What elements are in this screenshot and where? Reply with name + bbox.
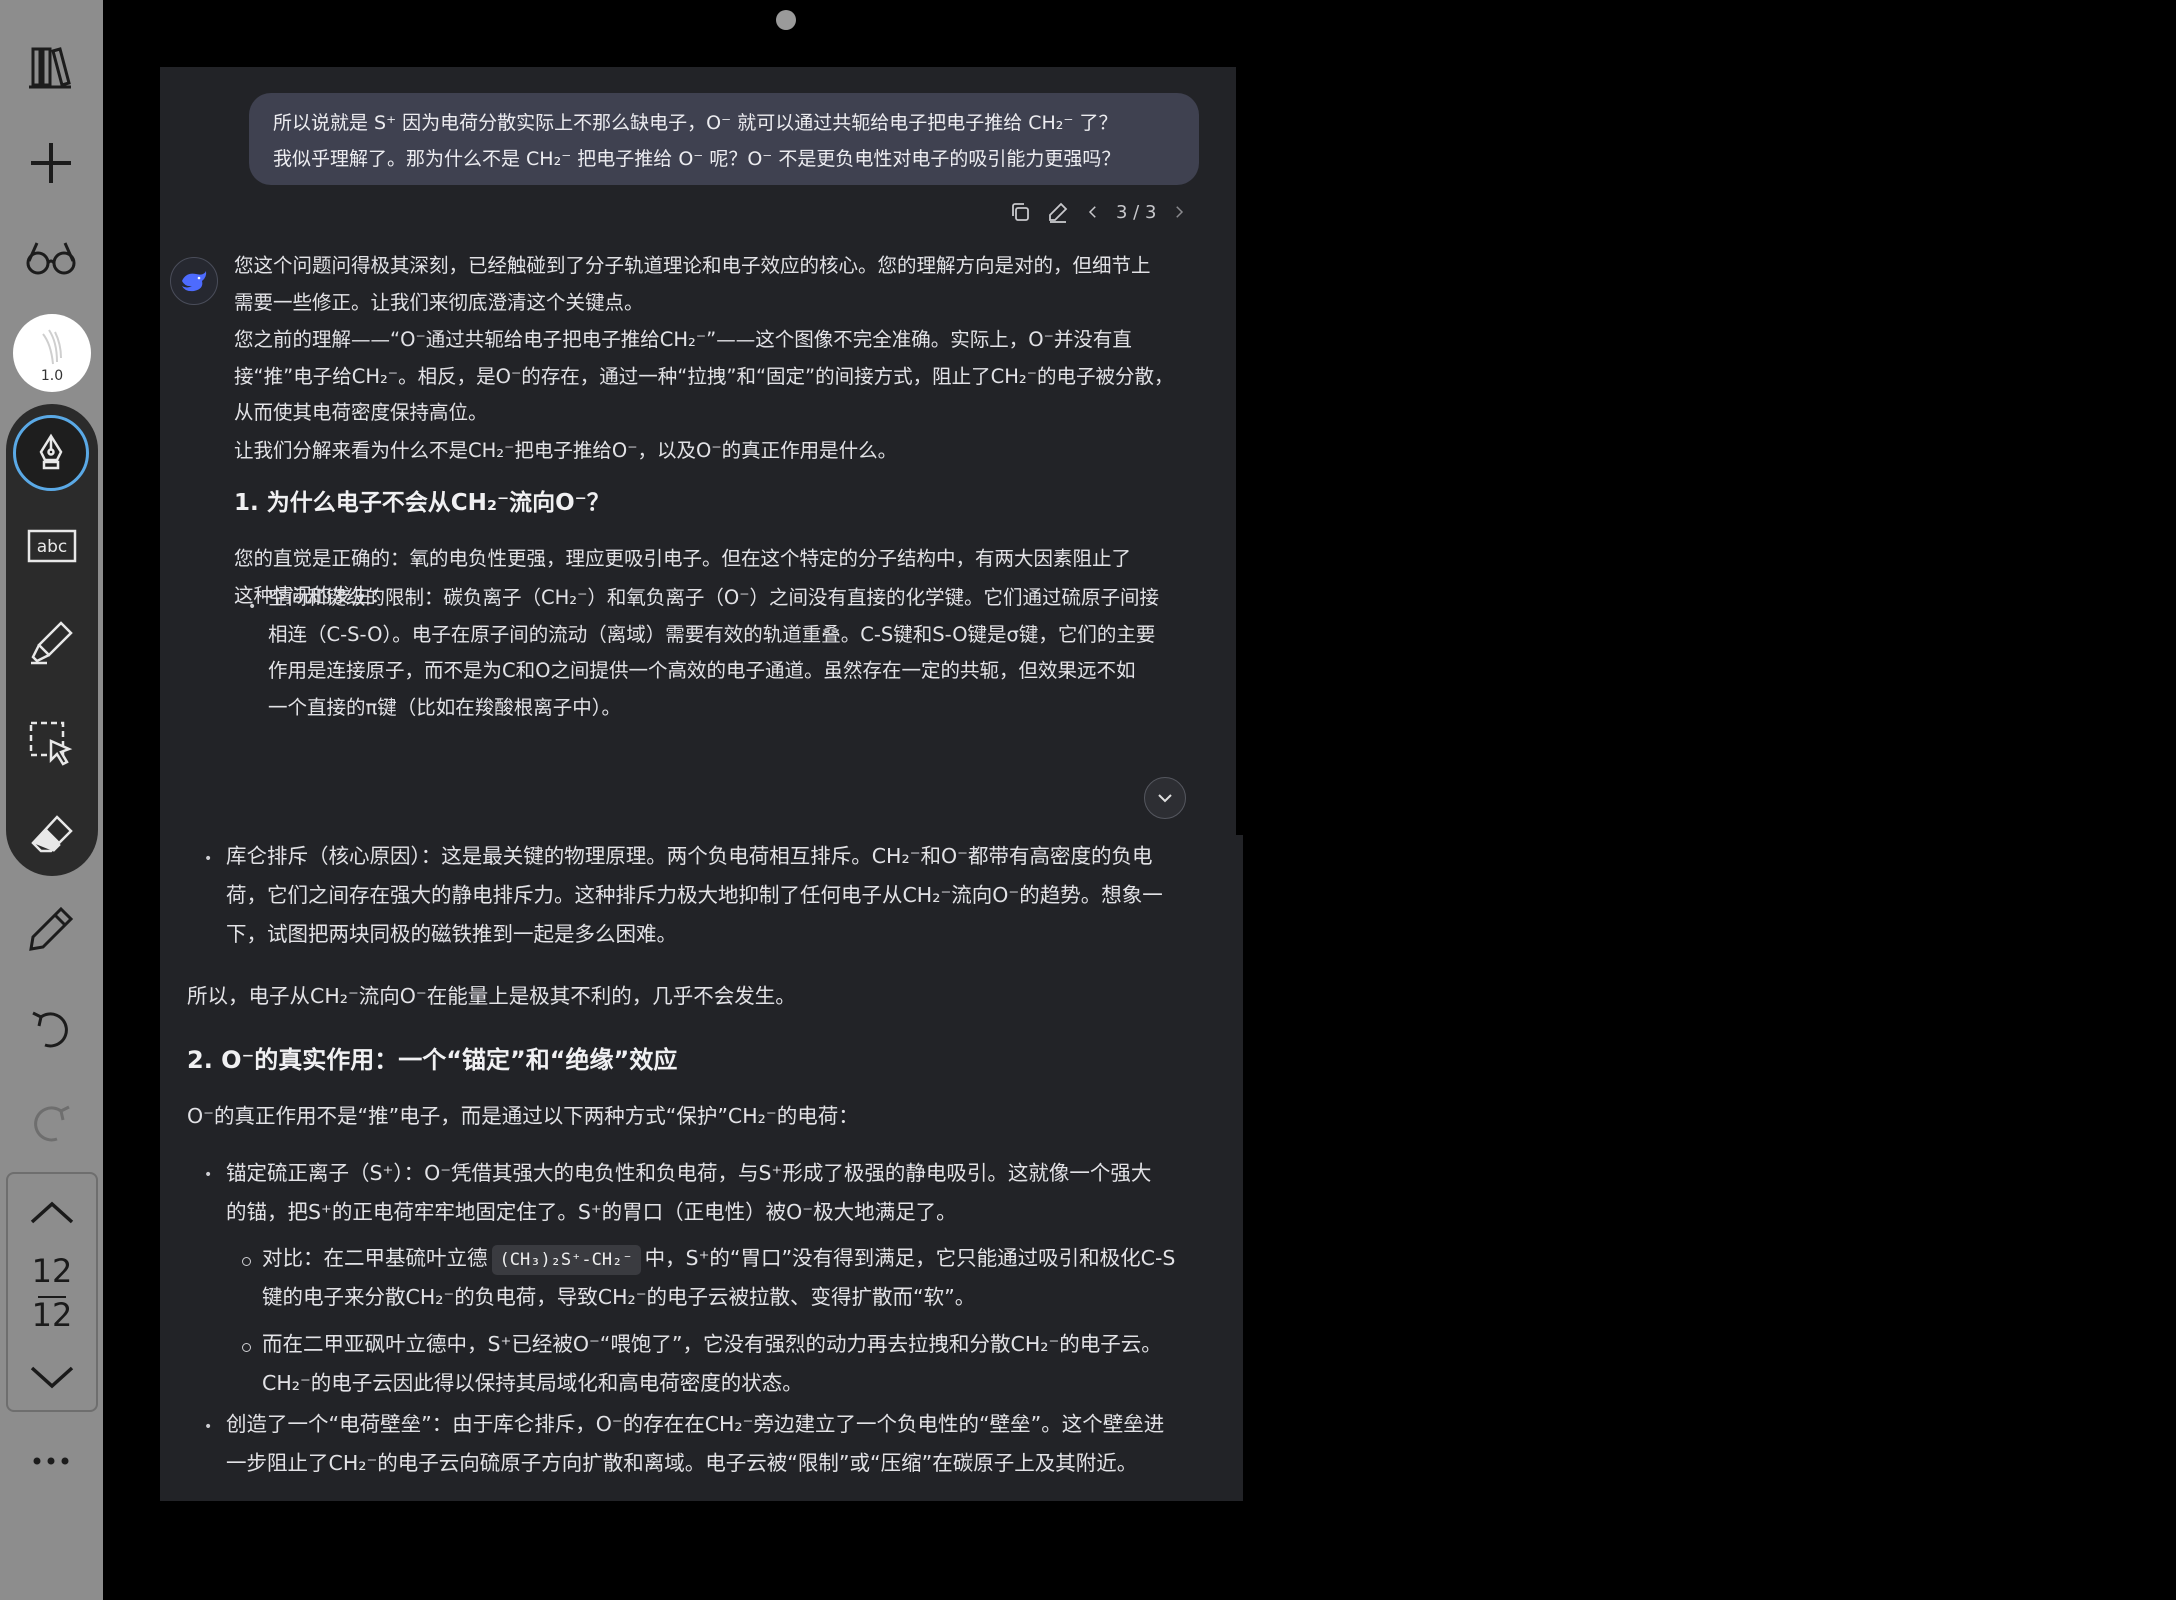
- answer-paragraph: O⁻的真正作用不是“推”电子，而是通过以下两种方式“保护”CH₂⁻的电荷：: [187, 1104, 859, 1128]
- eraser-tool[interactable]: [18, 802, 86, 870]
- text-line: 需要一些修正。让我们来彻底澄清这个关键点。: [234, 290, 644, 314]
- eraser-icon: [31, 815, 73, 853]
- highlighter-icon: [31, 621, 73, 665]
- camera-dot: [776, 10, 796, 30]
- chat-panel-bottom: • 库仑排斥（核心原因）：这是最关键的物理原理。两个负电荷相互排斥。CH₂⁻和O…: [160, 835, 1243, 1501]
- undo-button[interactable]: [12, 990, 90, 1068]
- user-message-line: 所以说就是 S⁺ 因为电荷分散实际上不那么缺电子，O⁻ 就可以通过共轭给电子把电…: [273, 112, 1118, 134]
- lasso-select-tool[interactable]: [18, 710, 86, 778]
- text-line: 您的直觉是正确的：氧的电负性更强，理应更吸引电子。但在这个特定的分子结构中，有两…: [234, 547, 1132, 570]
- text-box-icon: abc: [27, 529, 77, 563]
- text-segment: 对比：在二甲基硫叶立德: [262, 1246, 488, 1270]
- text-line: CH₂⁻的电子云因此得以保持其局域化和高电荷密度的状态。: [262, 1371, 803, 1395]
- brush-size-button[interactable]: 1.0: [13, 314, 91, 392]
- plus-icon: [31, 143, 71, 183]
- text-line: 接“推”电子给CH₂⁻。相反，是O⁻的存在，通过一种“拉拽”和“固定”的间接方式…: [234, 364, 1174, 388]
- library-button[interactable]: [12, 28, 90, 106]
- section-heading: 2. O⁻的真实作用：一个“锚定”和“绝缘”效应: [187, 1046, 678, 1074]
- add-button[interactable]: [12, 124, 90, 202]
- bullet-dot: •: [248, 599, 257, 615]
- page-down-icon[interactable]: [26, 1350, 78, 1402]
- sub-bullet-item: 而在二甲亚砜叶立德中，S⁺已经被O⁻“喂饱了”，它没有强烈的动力再去拉拽和分散C…: [262, 1325, 1162, 1403]
- text-line: 的锚，把S⁺的正电荷牢牢地固定住了。S⁺的胃口（正电性）被O⁻极大地满足了。: [226, 1200, 957, 1224]
- chat-panel-top: 所以说就是 S⁺ 因为电荷分散实际上不那么缺电子，O⁻ 就可以通过共轭给电子把电…: [160, 67, 1236, 835]
- text-tool[interactable]: abc: [18, 512, 86, 580]
- glasses-icon: [26, 242, 76, 275]
- sub-bullet-circle: [242, 1343, 251, 1352]
- whale-logo-icon: [182, 271, 207, 292]
- pencil-tool[interactable]: [12, 890, 90, 968]
- text-line: 相连（C-S-O）。电子在原子间的流动（离域）需要有效的轨道重叠。C-S键和S-…: [268, 622, 1156, 646]
- page-navigator: 12 12: [6, 1172, 98, 1412]
- text-line: 您之前的理解——“O⁻通过共轭给电子把电子推给CH₂⁻”——这个图像不完全准确。…: [234, 328, 1132, 351]
- highlighter-tool[interactable]: [18, 608, 86, 676]
- svg-text:abc: abc: [37, 537, 68, 557]
- sub-bullet-circle: [242, 1257, 251, 1266]
- text-line: 对比：在二甲基硫叶立德 (CH₃)₂S⁺-CH₂⁻ 中，S⁺的“胃口”没有得到满足，…: [262, 1239, 1175, 1278]
- bullet-item: 库仑排斥（核心原因）：这是最关键的物理原理。两个负电荷相互排斥。CH₂⁻和O⁻都…: [226, 837, 1163, 954]
- inline-code: (CH₃)₂S⁺-CH₂⁻: [491, 1245, 641, 1275]
- total-page-number: 12: [31, 1296, 73, 1334]
- text-line: 创造了一个“电荷壁垒”：由于库仑排斥，O⁻的存在在CH₂⁻旁边建立了一个负电性的…: [226, 1412, 1165, 1436]
- previous-version-icon[interactable]: [1084, 200, 1102, 224]
- drawing-tool-group: abc: [6, 404, 98, 876]
- next-version-icon[interactable]: [1170, 200, 1188, 224]
- text-line: 从而使其电荷密度保持高位。: [234, 401, 488, 424]
- redo-icon: [34, 1105, 70, 1142]
- pencil-icon: [29, 906, 74, 951]
- assistant-avatar: [170, 257, 218, 305]
- page-up-icon[interactable]: [26, 1188, 78, 1240]
- edit-icon[interactable]: [1046, 200, 1070, 224]
- scroll-to-bottom-button[interactable]: [1144, 777, 1186, 819]
- copy-icon[interactable]: [1008, 200, 1032, 224]
- redo-button[interactable]: [12, 1084, 90, 1162]
- fountain-pen-icon: [39, 433, 63, 470]
- text-segment: 中，S⁺的“胃口”没有得到满足，它只能通过吸引和极化C-S: [644, 1246, 1176, 1270]
- message-actions: 3 / 3: [1008, 197, 1188, 227]
- version-indicator: 3 / 3: [1116, 201, 1157, 223]
- answer-paragraph: 您之前的理解——“O⁻通过共轭给电子把电子推给CH₂⁻”——这个图像不完全准确。…: [234, 322, 1174, 432]
- text-line: 荷，它们之间存在强大的静电排斥力。这种排斥力极大地抑制了任何电子从CH₂⁻流向O…: [226, 883, 1163, 907]
- text-line: 下，试图把两块同极的磁铁推到一起是多么困难。: [226, 922, 677, 946]
- bullet-dot: •: [204, 851, 213, 867]
- answer-paragraph: 您这个问题问得极其深刻，已经触碰到了分子轨道理论和电子效应的核心。您的理解方向是…: [234, 248, 1151, 321]
- undo-icon: [32, 1011, 68, 1048]
- chevron-down-icon: [1158, 794, 1172, 803]
- lasso-select-icon: [29, 721, 73, 766]
- section-heading: 1. 为什么电子不会从CH₂⁻流向O⁻？: [234, 490, 610, 516]
- bullet-item: 空间和键级的限制：碳负离子（CH₂⁻）和氧负离子（O⁻）之间没有直接的化学键。它…: [268, 580, 1159, 726]
- user-message-line: 我似乎理解了。那为什么不是 CH₂⁻ 把电子推给 O⁻ 呢？O⁻ 不是更负电性对…: [273, 148, 1121, 170]
- answer-paragraph: 所以，电子从CH₂⁻流向O⁻在能量上是极其不利的，几乎不会发生。: [187, 984, 796, 1008]
- more-icon: [33, 1457, 69, 1465]
- text-line: 空间和键级的限制：碳负离子（CH₂⁻）和氧负离子（O⁻）之间没有直接的化学键。它…: [268, 586, 1160, 609]
- text-line: 一步阻止了CH₂⁻的电子云向硫原子方向扩散和离域。电子云被“限制”或“压缩”在碳…: [226, 1451, 1138, 1475]
- current-page-number: 12: [31, 1252, 73, 1290]
- text-line: 您这个问题问得极其深刻，已经触碰到了分子轨道理论和电子效应的核心。您的理解方向是…: [234, 254, 1151, 277]
- user-message-bubble: 所以说就是 S⁺ 因为电荷分散实际上不那么缺电子，O⁻ 就可以通过共轭给电子把电…: [249, 93, 1199, 185]
- left-toolbar: 1.0 abc 12 12: [0, 0, 103, 1600]
- text-line: 一个直接的π键（比如在羧酸根离子中）。: [268, 695, 621, 719]
- bullet-dot: •: [204, 1167, 213, 1183]
- text-line: 键的电子来分散CH₂⁻的负电荷，导致CH₂⁻的电子云被拉散、变得扩散而“软”。: [262, 1285, 976, 1309]
- bullet-item: 锚定硫正离子（S⁺）：O⁻凭借其强大的电负性和负电荷，与S⁺形成了极强的静电吸引…: [226, 1154, 1151, 1232]
- text-line: 而在二甲亚砜叶立德中，S⁺已经被O⁻“喂饱了”，它没有强烈的动力再去拉拽和分散C…: [262, 1332, 1162, 1356]
- bullet-item: 创造了一个“电荷壁垒”：由于库仑排斥，O⁻的存在在CH₂⁻旁边建立了一个负电性的…: [226, 1405, 1164, 1483]
- text-line: 库仑排斥（核心原因）：这是最关键的物理原理。两个负电荷相互排斥。CH₂⁻和O⁻都…: [226, 844, 1153, 868]
- more-button[interactable]: [12, 1422, 90, 1500]
- answer-paragraph: 让我们分解来看为什么不是CH₂⁻把电子推给O⁻，以及O⁻的真正作用是什么。: [234, 439, 898, 462]
- library-icon: [29, 47, 71, 89]
- brush-size-label: 1.0: [40, 368, 64, 384]
- sub-bullet-item: 对比：在二甲基硫叶立德 (CH₃)₂S⁺-CH₂⁻ 中，S⁺的“胃口”没有得到满足，…: [262, 1239, 1175, 1317]
- fountain-pen-tool[interactable]: [13, 415, 89, 491]
- reading-mode-button[interactable]: [12, 218, 90, 296]
- text-line: 锚定硫正离子（S⁺）：O⁻凭借其强大的电负性和负电荷，与S⁺形成了极强的静电吸引…: [226, 1161, 1152, 1185]
- text-line: 作用是连接原子，而不是为C和O之间提供一个高效的电子通道。虽然存在一定的共轭，但…: [268, 659, 1136, 682]
- bullet-dot: •: [204, 1419, 213, 1435]
